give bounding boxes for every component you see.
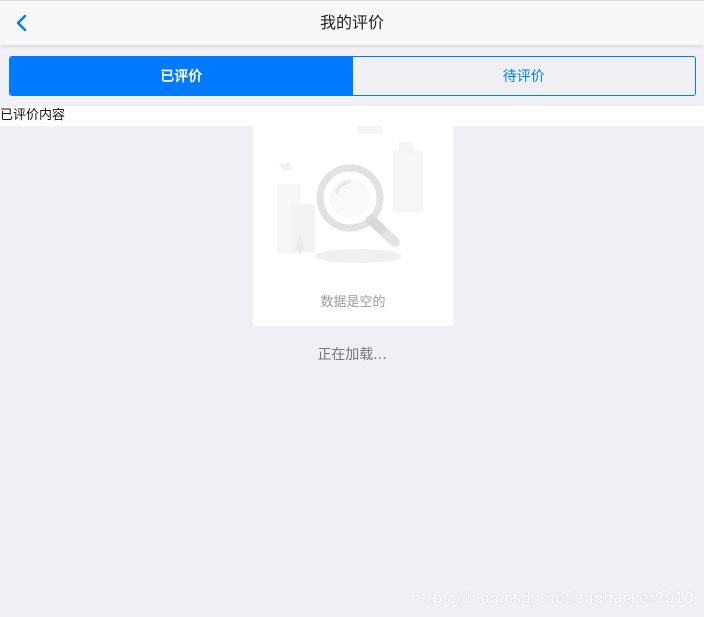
watermark: https://blog.csdn.net/zgphacker2010	[410, 589, 694, 607]
content-strip	[0, 106, 704, 126]
reviewed-content-label: 已评价内容	[0, 108, 66, 123]
empty-state-text: 数据是空的	[320, 295, 386, 310]
page-title: 我的评价	[319, 13, 384, 32]
tab-pending-review[interactable]: 待评价	[353, 57, 696, 95]
navbar: 我的评价	[0, 0, 704, 45]
empty-state-card: 数据是空的	[253, 126, 453, 326]
loading-text: 正在加载...	[317, 347, 387, 363]
segmented-control: 已评价 待评价	[9, 56, 696, 96]
tab-reviewed[interactable]: 已评价	[10, 57, 353, 95]
magnifier-empty-icon	[277, 126, 423, 263]
